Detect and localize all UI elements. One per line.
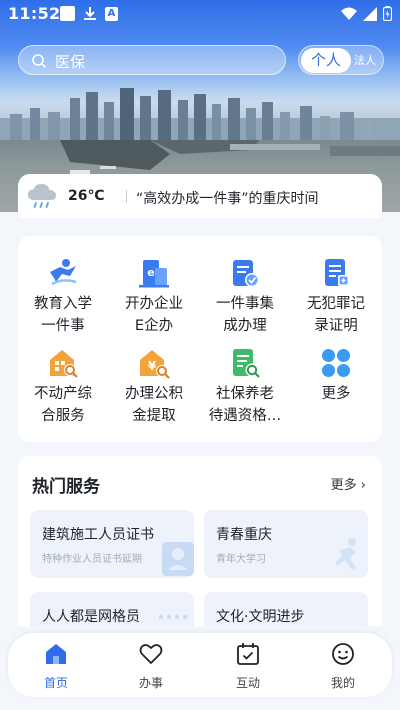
more-link[interactable]: 更多 › xyxy=(331,474,366,493)
city-skyline-image xyxy=(0,88,400,148)
nav-home[interactable]: 首页 xyxy=(26,641,86,691)
status-time: 11:52 xyxy=(8,4,61,23)
service-label: 开办企业 E企办 xyxy=(125,296,183,334)
signal-icon xyxy=(363,6,377,21)
search-icon xyxy=(32,54,47,69)
download-icon xyxy=(84,7,96,20)
hot-service-tile[interactable]: 建筑施工人员证书 特种作业人员证书延期 xyxy=(30,510,194,578)
heart-icon xyxy=(139,644,163,664)
tile-title: 青春重庆 xyxy=(216,527,272,543)
tile-title: 文化·文明进步 xyxy=(216,609,305,625)
chevron-right-icon: › xyxy=(360,478,366,493)
notification-square-icon xyxy=(60,6,75,21)
tile-subtitle: 特种作业人员证书延期 xyxy=(42,554,142,565)
more-label: 更多 xyxy=(330,478,357,493)
service-label: 社保养老 待遇资格… xyxy=(208,386,282,424)
nav-label: 互动 xyxy=(235,676,260,690)
house-search-icon xyxy=(50,350,78,378)
nav-label: 首页 xyxy=(43,676,68,690)
service-label: 教育入学 一件事 xyxy=(34,296,92,334)
dots-decoration-icon xyxy=(159,615,187,619)
legal-entity-tab[interactable]: 法人 xyxy=(354,52,376,68)
service-item-pension[interactable]: 社保养老 待遇资格… xyxy=(200,346,290,427)
svg-text:e: e xyxy=(147,266,154,279)
certificate-icon xyxy=(325,259,349,286)
section-title: 热门服务 xyxy=(32,477,100,497)
grid-more-icon xyxy=(322,349,350,377)
tile-title: 人人都是网格员 xyxy=(42,609,140,625)
tile-subtitle: 青年大学习 xyxy=(216,554,266,565)
weather-slogan: “高效办成一件事”的重庆时间 xyxy=(136,191,319,207)
nav-profile[interactable]: 我的 xyxy=(313,641,373,691)
search-input[interactable]: 医保 xyxy=(18,45,286,75)
id-card-icon xyxy=(162,542,194,576)
running-person-icon xyxy=(335,538,356,570)
status-bar: 11:52 A xyxy=(0,0,400,28)
housing-fund-icon: ¥ xyxy=(140,350,170,379)
service-item-real-estate[interactable]: 不动产综 合服务 xyxy=(18,346,108,427)
nav-services[interactable]: 办事 xyxy=(121,641,181,691)
hot-services-section: 热门服务 更多 › 建筑施工人员证书 特种作业人员证书延期 青春重庆 青年大学习… xyxy=(18,456,382,626)
service-label: 一件事集 成办理 xyxy=(216,296,274,334)
service-item-more[interactable]: 更多 xyxy=(291,346,381,405)
service-label: 办理公积 金提取 xyxy=(125,386,183,424)
divider xyxy=(126,190,127,203)
search-placeholder: 医保 xyxy=(55,53,86,71)
weather-bar[interactable]: 26℃ “高效办成一件事”的重庆时间 xyxy=(18,174,382,218)
document-check-icon xyxy=(233,260,259,287)
service-item-enterprise[interactable]: e 开办企业 E企办 xyxy=(109,256,199,337)
hot-service-tile[interactable]: 人人都是网格员 xyxy=(30,592,194,626)
hot-service-tile[interactable]: 青春重庆 青年大学习 xyxy=(204,510,368,578)
service-item-education[interactable]: 教育入学 一件事 xyxy=(18,256,108,337)
service-item-one-thing[interactable]: 一件事集 成办理 xyxy=(200,256,290,337)
service-item-housing-fund[interactable]: ¥ 办理公积 金提取 xyxy=(109,346,199,427)
hot-service-tile[interactable]: 文化·文明进步 xyxy=(204,592,368,626)
cloud-rain-icon xyxy=(28,184,56,208)
bottom-navigation: 首页 办事 互动 我的 xyxy=(8,633,392,697)
tile-title: 建筑施工人员证书 xyxy=(42,527,154,543)
smiley-icon xyxy=(332,643,354,665)
wifi-icon xyxy=(341,7,357,20)
service-label: 不动产综 合服务 xyxy=(34,386,92,424)
calendar-check-icon xyxy=(237,643,259,665)
svg-text:¥: ¥ xyxy=(148,359,157,373)
app-notification-icon: A xyxy=(105,6,118,21)
battery-icon xyxy=(383,6,392,21)
service-item-no-crime[interactable]: 无犯罪记 录证明 xyxy=(291,256,381,337)
nav-interact[interactable]: 互动 xyxy=(218,641,278,691)
temperature: 26℃ xyxy=(68,188,105,204)
service-label: 无犯罪记 录证明 xyxy=(307,296,365,334)
student-icon xyxy=(50,259,77,286)
personal-tab[interactable]: 个人 xyxy=(301,48,351,73)
services-grid: 教育入学 一件事 e 开办企业 E企办 一件事集 成办理 无犯罪记 录证明 不动… xyxy=(18,236,382,442)
identity-toggle[interactable]: 个人 法人 xyxy=(298,45,384,75)
enterprise-icon: e xyxy=(139,260,169,288)
nav-label: 办事 xyxy=(138,676,163,690)
home-icon xyxy=(46,644,66,664)
pension-search-icon xyxy=(233,349,260,378)
nav-label: 我的 xyxy=(330,676,355,690)
service-label: 更多 xyxy=(321,386,351,402)
